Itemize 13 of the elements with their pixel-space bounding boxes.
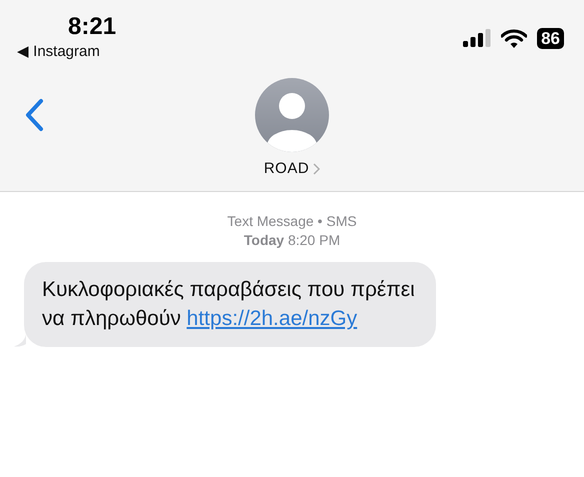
signal-icon [463,29,492,47]
status-time: 8:21 [68,12,116,42]
message-service-label: Text Message • SMS [227,212,357,231]
back-to-app-link[interactable]: ◀ Instagram [17,42,116,62]
contact-name[interactable]: ROAD [264,160,310,177]
back-icon[interactable] [24,98,44,132]
message-timestamp: Today 8:20 PM [244,231,340,250]
battery-indicator: 86 [537,28,564,48]
avatar-icon[interactable] [255,78,329,152]
chevron-right-icon [313,162,320,174]
wifi-icon [501,28,528,48]
message-link[interactable]: https://2h.ae/nzGy [186,307,358,330]
message-text: Κυκλοφοριακές παραβάσεις που πρέπει να πληρωθούν https://2h.ae/nzGy [42,278,415,330]
